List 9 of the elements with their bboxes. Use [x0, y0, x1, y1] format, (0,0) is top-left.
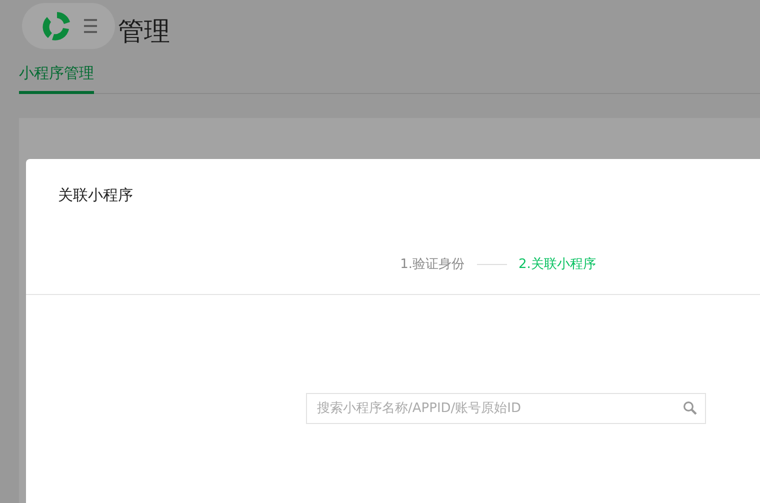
page-title: 管理 — [118, 16, 170, 46]
search-field[interactable]: 搜索小程序名称/APPID/账号原始ID — [306, 393, 706, 424]
menu-icon[interactable] — [84, 19, 97, 33]
step-label: 2.关联小程序 — [518, 256, 596, 273]
search-icon[interactable] — [683, 401, 697, 415]
tab[interactable]: 小程序管理 — [19, 64, 94, 94]
dialog-title: 关联小程序 — [57, 185, 134, 205]
app-pill[interactable] — [22, 3, 115, 49]
step-label: 1.验证身份 — [400, 256, 464, 273]
